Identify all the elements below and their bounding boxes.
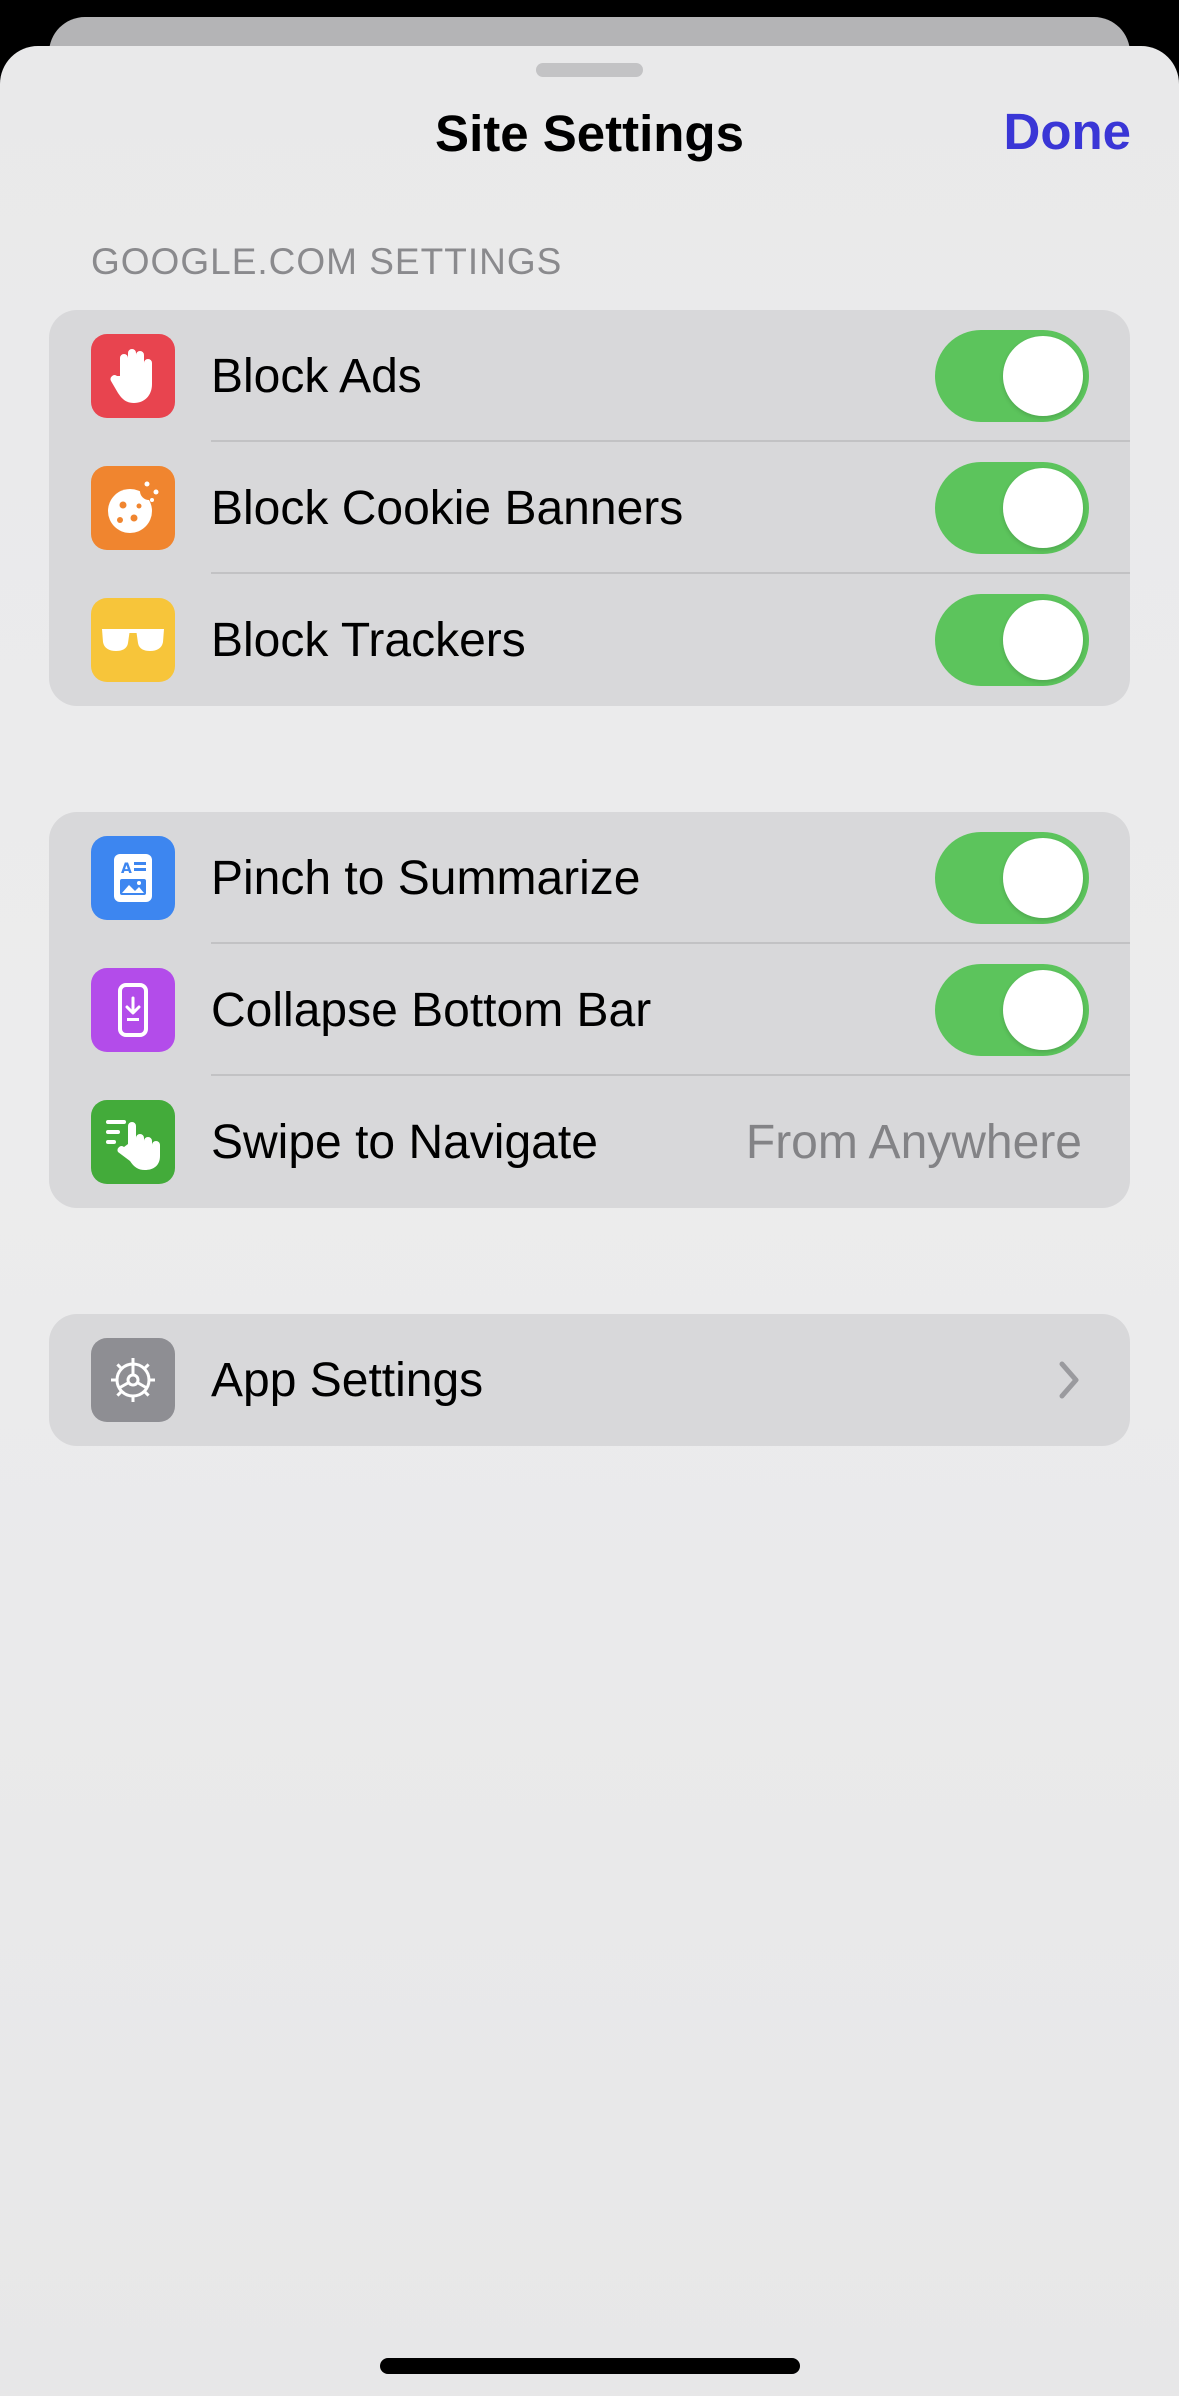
hand-stop-icon bbox=[91, 334, 175, 418]
gear-icon bbox=[91, 1338, 175, 1422]
row-label: Block Trackers bbox=[211, 613, 526, 667]
chevron-right-icon bbox=[1059, 1361, 1079, 1399]
row-app-settings[interactable]: App Settings bbox=[49, 1314, 1130, 1446]
row-block-cookie-banners: Block Cookie Banners bbox=[49, 442, 1130, 574]
swipe-hand-icon bbox=[91, 1100, 175, 1184]
app-settings-group: App Settings bbox=[49, 1314, 1130, 1446]
swipe-to-navigate-value: From Anywhere bbox=[745, 1115, 1082, 1169]
toggle-knob bbox=[1003, 600, 1083, 680]
toggle-knob bbox=[1003, 468, 1083, 548]
done-button[interactable]: Done bbox=[1004, 102, 1132, 161]
block-cookie-banners-toggle[interactable] bbox=[935, 462, 1089, 554]
cookie-icon bbox=[91, 466, 175, 550]
page-title: Site Settings bbox=[435, 105, 744, 162]
collapse-bottom-bar-toggle[interactable] bbox=[935, 964, 1089, 1056]
home-indicator bbox=[380, 2358, 800, 2374]
browsing-features-group: A Pinch to Summarize Collapse Bottom Bar… bbox=[49, 812, 1130, 1208]
collapse-phone-icon bbox=[91, 968, 175, 1052]
row-pinch-to-summarize: A Pinch to Summarize bbox=[49, 812, 1130, 944]
row-label: Swipe to Navigate bbox=[211, 1115, 598, 1169]
content-blocking-group: Block Ads Block Cookie Banners Block Tra… bbox=[49, 310, 1130, 706]
svg-text:A: A bbox=[121, 861, 132, 877]
block-trackers-toggle[interactable] bbox=[935, 594, 1089, 686]
sheet-grabber[interactable] bbox=[536, 63, 643, 77]
toggle-knob bbox=[1003, 336, 1083, 416]
pinch-to-summarize-toggle[interactable] bbox=[935, 832, 1089, 924]
row-block-ads: Block Ads bbox=[49, 310, 1130, 442]
summary-doc-icon: A bbox=[91, 836, 175, 920]
toggle-knob bbox=[1003, 970, 1083, 1050]
row-label: Block Ads bbox=[211, 349, 422, 403]
row-block-trackers: Block Trackers bbox=[49, 574, 1130, 706]
row-label: Block Cookie Banners bbox=[211, 481, 684, 535]
row-label: Pinch to Summarize bbox=[211, 851, 641, 905]
row-swipe-to-navigate[interactable]: Swipe to Navigate From Anywhere bbox=[49, 1076, 1130, 1208]
site-settings-sheet: Site Settings Done GOOGLE.COM SETTINGS B… bbox=[0, 46, 1179, 2396]
toggle-knob bbox=[1003, 838, 1083, 918]
row-label: Collapse Bottom Bar bbox=[211, 983, 652, 1037]
sunglasses-icon bbox=[91, 598, 175, 682]
block-ads-toggle[interactable] bbox=[935, 330, 1089, 422]
section-header: GOOGLE.COM SETTINGS bbox=[91, 241, 563, 282]
row-label: App Settings bbox=[211, 1353, 484, 1407]
row-collapse-bottom-bar: Collapse Bottom Bar bbox=[49, 944, 1130, 1076]
